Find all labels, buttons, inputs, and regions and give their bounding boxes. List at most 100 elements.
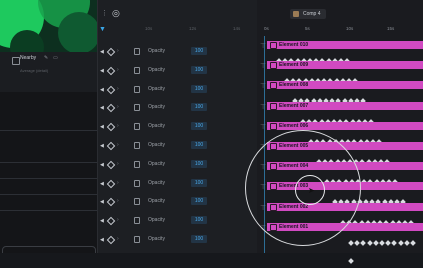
stopwatch-icon[interactable] [134,160,140,168]
next-keyframe-icon[interactable]: › [117,104,119,110]
next-keyframe-icon[interactable]: › [117,198,119,204]
property-value[interactable]: 100 [191,103,207,112]
keyframe-toggle-icon[interactable] [106,235,116,245]
next-keyframe-icon[interactable]: › [117,48,119,54]
divider [0,178,97,179]
property-value[interactable]: 100 [191,65,207,74]
keyframe-strip[interactable] [300,111,375,125]
expand-arrow-icon[interactable]: ◀ [100,49,104,55]
keyframe-strip[interactable] [348,232,423,264]
track-bar[interactable]: Element 009 [267,61,423,70]
expand-arrow-icon[interactable]: ◀ [100,124,104,130]
keyframe-strip[interactable] [284,70,359,85]
stopwatch-icon[interactable] [134,179,140,187]
composition-tab[interactable]: Comp 4 [290,9,326,19]
property-value[interactable]: 100 [191,216,207,225]
property-value[interactable]: 100 [191,122,207,131]
property-value[interactable]: 100 [191,178,207,187]
property-row[interactable]: ◀ › Opacity 100 [97,100,256,118]
property-row[interactable]: ◀ › Opacity 100 [97,194,256,212]
timeline-ruler[interactable]: 0s 5s 10s 15s [257,24,423,36]
next-keyframe-icon[interactable]: › [117,123,119,129]
target-icon[interactable]: ◎ [112,8,120,19]
keyframe-toggle-icon[interactable] [106,85,116,94]
keyframe-toggle-icon[interactable] [106,160,116,170]
property-value[interactable]: 100 [191,141,207,149]
track-bar[interactable]: Element 008 [267,81,423,90]
layer-thumbnail[interactable] [0,0,97,52]
keyframe-marker[interactable] [348,257,354,264]
expand-arrow-icon[interactable]: ◀ [100,218,104,224]
expand-arrow-icon[interactable]: ◀ [100,199,104,205]
timeline-track[interactable]: ⊤Element 009 [257,59,423,85]
expand-arrow-icon[interactable]: ◀ [100,68,104,74]
stopwatch-icon[interactable] [134,48,140,55]
timeline-track[interactable]: ⊤Element 007 [257,100,423,125]
timeline-track[interactable]: ⊤Element 008 [257,79,423,105]
visibility-icon[interactable] [12,57,20,65]
property-value[interactable]: 100 [191,197,207,206]
ruler-tick: 10s [346,26,354,31]
property-row[interactable]: ◀ › Opacity 100 [97,157,256,175]
expand-arrow-icon[interactable]: ◀ [100,143,104,149]
property-row[interactable]: ◀ › Opacity 100 [97,119,256,137]
keyframe-toggle-icon[interactable] [106,216,116,226]
handle-icon[interactable]: ⋮ [101,9,108,17]
expand-arrow-icon[interactable]: ◀ [100,87,104,93]
keyframe-toggle-icon[interactable] [106,66,116,76]
property-row[interactable]: ◀ › Opacity 100 [97,82,256,100]
property-value[interactable]: 100 [191,159,207,168]
expand-arrow-icon[interactable]: ◀ [100,181,104,187]
keyframe-toggle-icon[interactable] [106,104,116,113]
stopwatch-icon[interactable] [134,198,140,206]
keyframe-toggle-icon[interactable] [106,179,116,188]
next-keyframe-icon[interactable]: › [117,67,119,73]
panel-tab[interactable] [2,246,96,253]
property-ruler[interactable]: 10s 12s 14s [109,24,256,36]
composition-label: Comp 4 [303,11,321,17]
stopwatch-icon[interactable] [134,142,140,149]
stopwatch-icon[interactable] [134,66,140,74]
next-keyframe-icon[interactable]: › [117,236,119,242]
track-bar[interactable]: Element 006 [267,121,423,130]
keyframe-strip[interactable] [276,50,351,64]
track-bar[interactable]: Element 007 [267,101,423,110]
stopwatch-icon[interactable] [134,217,140,225]
next-keyframe-icon[interactable]: › [117,180,119,186]
next-keyframe-icon[interactable]: › [117,86,119,92]
filter-icon[interactable]: ▼ [99,26,106,33]
keyframe-toggle-icon[interactable] [106,198,116,207]
next-keyframe-icon[interactable]: › [117,161,119,167]
next-keyframe-icon[interactable]: › [117,217,119,223]
stopwatch-icon[interactable] [134,85,140,93]
timeline-track[interactable]: ⊤Element 010 [257,39,423,64]
property-label: Opacity [148,142,165,148]
track-bar[interactable]: Element 010 [267,41,423,49]
property-row[interactable]: ◀ › Opacity 100 [97,63,256,81]
expand-arrow-icon[interactable]: ◀ [100,237,104,243]
track-name: Element 006 [279,122,309,129]
delete-icon[interactable]: ▭ [53,55,58,61]
expand-arrow-icon[interactable]: ◀ [100,105,104,111]
track-type-icon [270,82,277,90]
expand-arrow-icon[interactable]: ◀ [100,162,104,168]
stopwatch-icon[interactable] [134,123,140,131]
property-row[interactable]: ◀ › Opacity 100 [97,138,256,156]
property-row[interactable]: ◀ › Opacity 100 [97,176,256,194]
next-keyframe-icon[interactable]: › [117,142,119,148]
edit-icon[interactable]: ✎ [44,55,48,61]
property-value[interactable]: 100 [191,84,207,93]
keyframe-strip[interactable] [292,90,367,105]
stopwatch-icon[interactable] [134,236,140,243]
property-value[interactable]: 100 [191,235,207,243]
divider [0,130,97,131]
property-row[interactable]: ◀ › Opacity 100 [97,44,256,62]
property-value[interactable]: 100 [191,47,207,55]
property-row[interactable]: ◀ › Opacity 100 [97,232,256,250]
keyframe-toggle-icon[interactable] [106,141,116,151]
stopwatch-icon[interactable] [134,104,140,112]
keyframe-toggle-icon[interactable] [106,122,116,132]
layer-item[interactable]: Nearby ✎ ▭ Average (detail) [0,52,97,92]
property-row[interactable]: ◀ › Opacity 100 [97,213,256,231]
keyframe-toggle-icon[interactable] [106,47,116,57]
